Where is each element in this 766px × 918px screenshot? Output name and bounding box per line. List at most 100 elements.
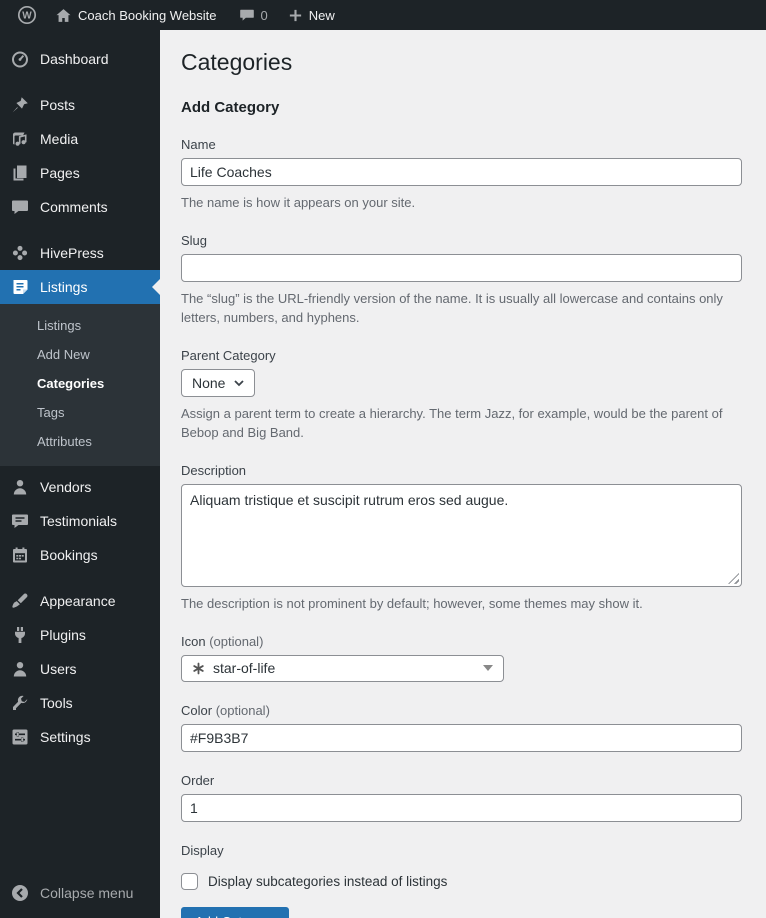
- admin-bar: W Coach Booking Website 0 New: [0, 0, 766, 30]
- order-input[interactable]: [181, 793, 742, 822]
- listings-submenu: Listings Add New Categories Tags Attribu…: [0, 304, 160, 466]
- sidebar-item-label: Users: [40, 661, 77, 677]
- submenu-item-tags[interactable]: Tags: [0, 398, 160, 427]
- sidebar-item-bookings[interactable]: Bookings: [0, 538, 160, 572]
- sidebar-item-comments[interactable]: Comments: [0, 190, 160, 224]
- comments-icon: [10, 197, 30, 217]
- plugin-icon: [10, 625, 30, 645]
- sidebar-item-label: Posts: [40, 97, 76, 113]
- sidebar-item-label: Plugins: [40, 627, 86, 643]
- parent-category-help-text: Assign a parent term to create a hierarc…: [181, 405, 723, 440]
- sidebar-item-label: Testimonials: [40, 513, 118, 529]
- visit-site-link[interactable]: Coach Booking Website: [46, 0, 226, 30]
- settings-sliders-icon: [10, 727, 30, 747]
- sidebar-item-label: Comments: [40, 199, 108, 215]
- display-field-group: Display Display subcategories instead of…: [181, 843, 742, 890]
- sidebar-item-media[interactable]: Media: [0, 122, 160, 156]
- name-input[interactable]: [181, 157, 742, 186]
- star-of-life-icon: [192, 662, 205, 675]
- new-content-menu[interactable]: New: [279, 0, 344, 30]
- home-icon: [55, 7, 72, 24]
- main-content: Categories Add Category Name The name is…: [160, 30, 766, 918]
- sidebar-item-label: Vendors: [40, 479, 92, 495]
- sidebar-item-hivepress[interactable]: HivePress: [0, 236, 160, 270]
- sidebar-item-label: HivePress: [40, 245, 104, 261]
- new-label: New: [308, 7, 335, 23]
- testimonial-bubble-icon: [10, 511, 30, 531]
- wordpress-logo-icon: W: [17, 5, 37, 25]
- color-field-group: Color (optional): [181, 703, 742, 752]
- sidebar-item-appearance[interactable]: Appearance: [0, 584, 160, 618]
- dropdown-caret-icon: [483, 665, 493, 672]
- menu-separator: [0, 572, 160, 584]
- paintbrush-icon: [10, 591, 30, 611]
- collapse-menu-button[interactable]: Collapse menu: [0, 876, 160, 910]
- page-title: Categories: [181, 49, 293, 75]
- sidebar-item-listings[interactable]: Listings: [0, 270, 160, 304]
- user-icon: [10, 659, 30, 679]
- sidebar-item-label: Pages: [40, 165, 80, 181]
- parent-category-select[interactable]: None: [181, 368, 256, 397]
- icon-field-group: Icon (optional) star-of-life: [181, 634, 742, 682]
- comment-bubble-icon: [239, 7, 255, 23]
- calendar-icon: [10, 545, 30, 565]
- sidebar-item-label: Bookings: [40, 547, 98, 563]
- submenu-item-attributes[interactable]: Attributes: [0, 427, 160, 456]
- description-textarea[interactable]: Aliquam tristique et suscipit rutrum ero…: [181, 483, 742, 587]
- description-field-group: Description Aliquam tristique et suscipi…: [181, 463, 742, 613]
- slug-field-group: Slug The “slug” is the URL-friendly vers…: [181, 233, 742, 327]
- submenu-item-add-new[interactable]: Add New: [0, 340, 160, 369]
- menu-separator: [0, 224, 160, 236]
- add-category-button[interactable]: Add Category: [181, 906, 289, 918]
- description-label: Description: [181, 462, 247, 478]
- add-category-heading: Add Category: [181, 98, 280, 116]
- display-subcategories-checkbox[interactable]: [181, 872, 198, 890]
- parent-category-selected-value: None: [192, 374, 226, 391]
- sidebar-item-vendors[interactable]: Vendors: [0, 470, 160, 504]
- wrench-icon: [10, 693, 30, 713]
- color-label: Color (optional): [181, 702, 270, 718]
- media-icon: [10, 129, 30, 149]
- parent-category-label: Parent Category: [181, 347, 276, 363]
- listings-document-icon: [10, 277, 30, 297]
- active-item-arrow: [152, 279, 160, 295]
- sidebar-item-users[interactable]: Users: [0, 652, 160, 686]
- color-optional-hint: (optional): [215, 702, 270, 718]
- comments-admin-bar-item[interactable]: 0: [230, 0, 277, 30]
- sidebar-item-label: Appearance: [40, 593, 116, 609]
- sidebar-item-label: Dashboard: [40, 51, 109, 67]
- sidebar-item-plugins[interactable]: Plugins: [0, 618, 160, 652]
- pushpin-icon: [10, 95, 30, 115]
- svg-text:W: W: [22, 11, 32, 22]
- sidebar-item-label: Collapse menu: [40, 885, 134, 901]
- sidebar-item-dashboard[interactable]: Dashboard: [0, 42, 160, 76]
- name-label: Name: [181, 136, 216, 152]
- vendor-person-icon: [10, 477, 30, 497]
- icon-optional-hint: (optional): [209, 633, 264, 649]
- sidebar-item-settings[interactable]: Settings: [0, 720, 160, 754]
- slug-help-text: The “slug” is the URL-friendly version o…: [181, 290, 723, 325]
- sidebar-item-testimonials[interactable]: Testimonials: [0, 504, 160, 538]
- plus-icon: [288, 8, 303, 23]
- wordpress-logo-menu[interactable]: W: [8, 0, 46, 30]
- dashboard-gauge-icon: [10, 49, 30, 69]
- admin-menu: Dashboard Posts Media Pages Comments Hiv…: [0, 30, 160, 918]
- sidebar-item-posts[interactable]: Posts: [0, 88, 160, 122]
- menu-separator: [0, 76, 160, 88]
- hivepress-flower-icon: [10, 243, 30, 263]
- sidebar-item-tools[interactable]: Tools: [0, 686, 160, 720]
- color-input[interactable]: [181, 723, 742, 752]
- pages-icon: [10, 163, 30, 183]
- description-help-text: The description is not prominent by defa…: [181, 595, 643, 611]
- name-help-text: The name is how it appears on your site.: [181, 194, 416, 210]
- submenu-item-listings[interactable]: Listings: [0, 311, 160, 340]
- submenu-item-categories[interactable]: Categories: [0, 369, 160, 398]
- order-field-group: Order: [181, 773, 742, 822]
- chevron-down-icon: [233, 377, 245, 389]
- icon-select[interactable]: star-of-life: [181, 654, 504, 682]
- sidebar-item-label: Settings: [40, 729, 91, 745]
- collapse-arrow-icon: [10, 883, 30, 903]
- sidebar-item-pages[interactable]: Pages: [0, 156, 160, 190]
- parent-category-field-group: Parent Category None Assign a parent ter…: [181, 348, 742, 442]
- slug-input[interactable]: [181, 253, 742, 282]
